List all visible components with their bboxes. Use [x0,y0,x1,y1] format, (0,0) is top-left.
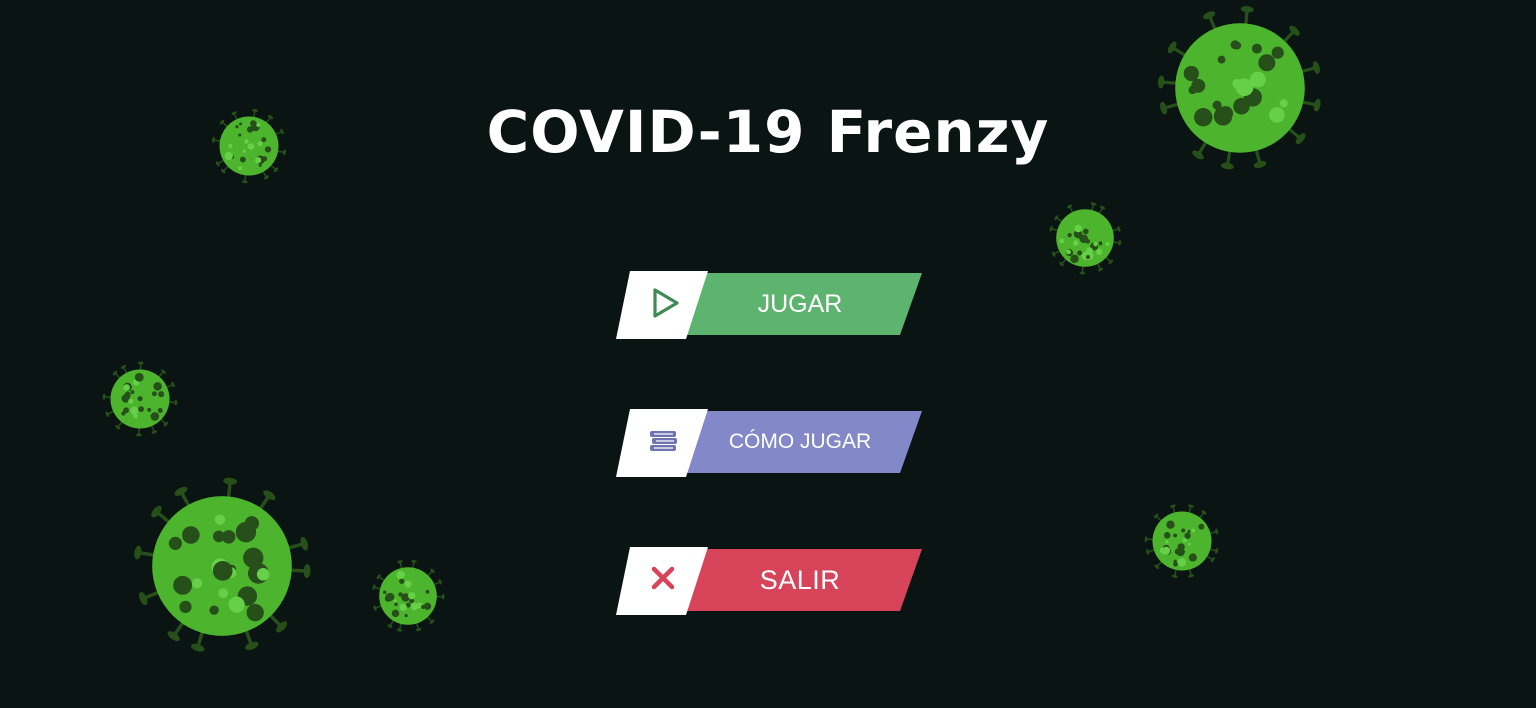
virus-decoration-small-mid-right [1049,202,1122,275]
virus-decoration-large-bottom-left [134,477,311,652]
quit-button[interactable]: SALIR [616,547,922,615]
how-to-play-button-label: CÓMO JUGAR [728,430,872,453]
play-button[interactable]: JUGAR [616,271,922,339]
how-to-play-button[interactable]: CÓMO JUGAR [616,409,922,477]
game-title: COVID-19 Frenzy [486,98,1050,166]
quit-button-label: SALIR [759,565,841,595]
virus-decoration-small-left [102,361,178,437]
book-stack-icon [646,423,682,459]
main-menu-screen: COVID-19 Frenzy JUGAR CÓMO JUGAR SALIR [0,0,1536,708]
virus-decoration-small-bottom-right [1144,504,1219,578]
play-button-label: JUGAR [757,290,843,318]
virus-decoration-small-bottom-left [372,559,445,632]
play-icon [646,285,682,321]
close-icon [646,561,682,597]
